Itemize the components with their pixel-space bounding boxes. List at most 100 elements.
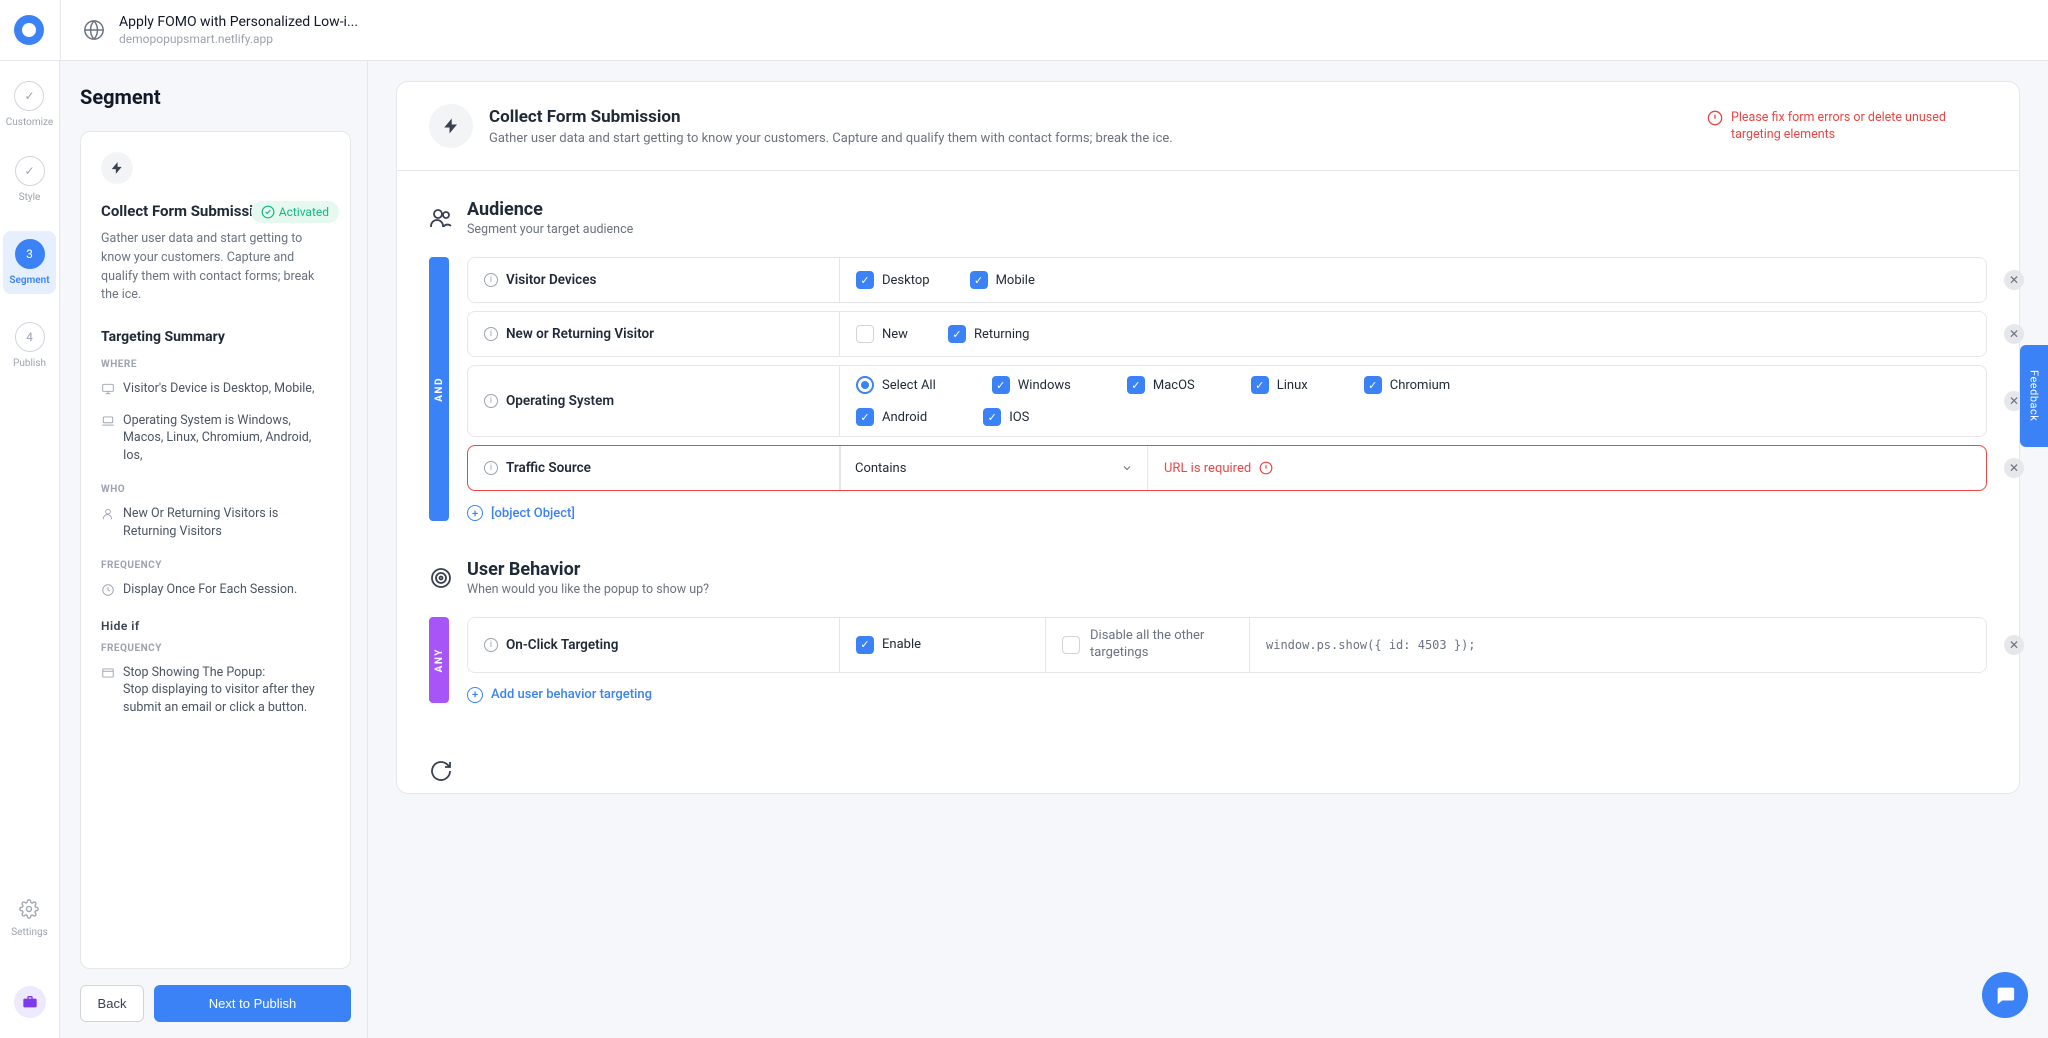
checkbox-disable-other[interactable]: [1062, 636, 1080, 654]
card-header: Collect Form Submission Gather user data…: [397, 82, 2019, 171]
lightning-icon: [110, 161, 124, 175]
audience-subtitle: Segment your target audience: [467, 222, 633, 237]
users-icon: [429, 206, 453, 230]
who-label: WHO: [101, 484, 330, 495]
user-icon: [101, 507, 115, 521]
rule-new-returning: i New or Returning Visitor New Returning: [467, 311, 1987, 357]
info-icon[interactable]: i: [484, 273, 498, 287]
nav-rail: Customize Style 3 Segment 4 Publish Sett…: [0, 61, 60, 1038]
checkbox-macos[interactable]: MacOS: [1127, 376, 1195, 394]
back-button[interactable]: Back: [80, 985, 144, 1022]
behavior-title: User Behavior: [467, 559, 709, 580]
rule-on-click-targeting: i On-Click Targeting Enable Disable all …: [467, 617, 1987, 673]
card-desc: Gather user data and start getting to kn…: [101, 230, 330, 305]
user-behavior-section: User Behavior When would you like the po…: [397, 531, 2019, 713]
activated-pill: Activated: [251, 201, 339, 223]
checkbox-chromium[interactable]: Chromium: [1364, 376, 1450, 394]
warning-message: Please fix form errors or delete unused …: [1707, 109, 1987, 144]
nav-case-button[interactable]: [14, 986, 46, 1018]
hide-freq-label: FREQUENCY: [101, 643, 330, 654]
checkbox-windows[interactable]: Windows: [992, 376, 1071, 394]
summary-row-who: New Or Returning Visitors is Returning V…: [101, 505, 330, 540]
any-rail: ANY: [429, 617, 449, 703]
nav-settings[interactable]: Settings: [11, 899, 48, 938]
summary-row-os: Operating System is Windows, Macos, Linu…: [101, 412, 330, 465]
refresh-icon: [429, 759, 453, 783]
and-rail: AND: [429, 257, 449, 521]
chat-fab[interactable]: [1982, 972, 2028, 1018]
check-circle-icon: [261, 205, 275, 219]
sidebar: Segment Activated Collect Form Submissio…: [60, 61, 368, 1038]
step-badge: 3: [15, 239, 45, 269]
rule-operating-system: i Operating System Select All Windows Ma…: [467, 365, 1987, 437]
summary-card: Collect Form Submission Gather user data…: [80, 131, 351, 969]
popup-icon: [101, 666, 115, 680]
gear-icon: [19, 899, 39, 919]
checkbox-android[interactable]: Android: [856, 408, 927, 426]
plus-circle-icon: +: [467, 505, 483, 521]
where-label: WHERE: [101, 359, 330, 370]
delete-rule-button[interactable]: [2004, 458, 2024, 478]
checkbox-returning[interactable]: Returning: [948, 325, 1030, 343]
summary-row-hide: Stop Showing The Popup: Stop displaying …: [101, 664, 330, 717]
info-icon[interactable]: i: [484, 327, 498, 341]
code-snippet: window.ps.show({ id: 4503 });: [1250, 628, 1986, 662]
chat-icon: [1994, 984, 2016, 1006]
info-icon[interactable]: i: [484, 638, 498, 652]
main-card-subtitle: Gather user data and start getting to kn…: [489, 131, 1173, 146]
lightning-badge: [101, 152, 133, 184]
add-behavior-targeting-button[interactable]: + Add user behavior targeting: [467, 687, 1987, 703]
checkbox-desktop[interactable]: Desktop: [856, 271, 930, 289]
checkbox-new[interactable]: New: [856, 325, 908, 343]
nav-publish[interactable]: 4 Publish: [13, 322, 46, 369]
feedback-tab[interactable]: Feedback: [2020, 345, 2048, 447]
behavior-subtitle: When would you like the popup to show up…: [467, 582, 709, 597]
top-header: Apply FOMO with Personalized Low-i... de…: [0, 0, 2048, 61]
audience-title: Audience: [467, 199, 633, 220]
alert-circle-icon: [1707, 110, 1723, 126]
radio-select-all[interactable]: Select All: [856, 376, 936, 394]
bolt-badge: [429, 104, 473, 148]
monitor-icon: [101, 382, 115, 396]
add-audience-targeting-button[interactable]: + [object Object]: [467, 505, 1987, 521]
checkbox-ios[interactable]: IOS: [983, 408, 1029, 426]
main-content: Collect Form Submission Gather user data…: [368, 61, 2048, 1038]
traffic-source-select[interactable]: Contains: [840, 446, 1148, 490]
info-icon[interactable]: i: [484, 394, 498, 408]
rule-traffic-source: i Traffic Source Contains URL is require…: [467, 445, 1987, 491]
rule-visitor-devices: i Visitor Devices Desktop Mobile: [467, 257, 1987, 303]
frequency-label: FREQUENCY: [101, 560, 330, 571]
delete-rule-button[interactable]: [2004, 324, 2024, 344]
summary-row-frequency: Display Once For Each Session.: [101, 581, 330, 599]
checkbox-enable[interactable]: Enable: [856, 636, 921, 654]
lightning-icon: [442, 117, 460, 135]
next-to-publish-button[interactable]: Next to Publish: [154, 985, 351, 1022]
globe-icon: [83, 19, 105, 41]
laptop-icon: [101, 414, 115, 428]
targeting-summary-title: Targeting Summary: [101, 329, 330, 345]
briefcase-icon: [22, 994, 38, 1010]
summary-row-device: Visitor's Device is Desktop, Mobile,: [101, 380, 330, 398]
target-icon: [429, 566, 453, 590]
main-card-title: Collect Form Submission: [489, 107, 1173, 127]
delete-rule-button[interactable]: [2004, 270, 2024, 290]
app-logo[interactable]: [14, 15, 44, 45]
content-card: Collect Form Submission Gather user data…: [396, 81, 2020, 794]
check-icon: [14, 81, 44, 111]
nav-segment[interactable]: 3 Segment: [3, 231, 55, 294]
check-icon: [15, 156, 45, 186]
checkbox-mobile[interactable]: Mobile: [970, 271, 1035, 289]
nav-customize[interactable]: Customize: [6, 81, 53, 128]
nav-style[interactable]: Style: [15, 156, 45, 203]
hide-if-label: Hide if: [101, 619, 330, 633]
step-badge: 4: [15, 322, 45, 352]
frequency-section-peek: [397, 759, 2019, 793]
info-icon[interactable]: i: [484, 461, 498, 475]
checkbox-linux[interactable]: Linux: [1251, 376, 1308, 394]
page-title: Apply FOMO with Personalized Low-i...: [119, 14, 358, 30]
url-required-cell[interactable]: URL is required: [1148, 451, 1986, 486]
sidebar-title: Segment: [80, 85, 351, 109]
delete-rule-button[interactable]: [2004, 635, 2024, 655]
chevron-down-icon: [1121, 462, 1133, 474]
alert-circle-icon: [1259, 461, 1273, 475]
